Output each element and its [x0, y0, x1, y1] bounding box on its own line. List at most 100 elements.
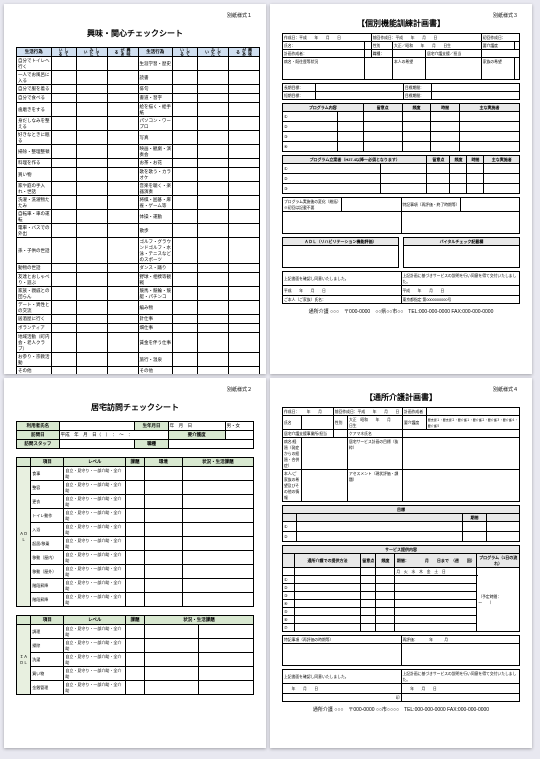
- p4-sex: 性別: [333, 416, 347, 430]
- p4-name: 氏名: [283, 416, 302, 430]
- col-st: 状況・生活課題: [182, 458, 253, 467]
- p3-care: 要介護度: [481, 42, 515, 50]
- act-cell: 散歩: [138, 224, 173, 238]
- page-4: 別紙様式４ 【通所介護計画書】 作成日： 年 月 前回作成日：平成 年 月 日 …: [270, 378, 532, 748]
- p3-era: 大正／昭和 年 月 日生: [393, 42, 482, 50]
- item-cell: 起居/移乗: [31, 537, 64, 551]
- level-cell: 自立・見守り・一部介助・全介助: [64, 495, 126, 509]
- act-cell: 友達とおしゃべり・遊ぶ: [17, 273, 52, 287]
- act-cell: お参り・宗教活動: [17, 353, 52, 367]
- section-label: ＡＤＬ: [17, 467, 31, 607]
- act-cell: 映画・観劇・演奏会: [138, 145, 173, 159]
- page3-title: 【個別機能訓練計画書】: [282, 18, 520, 29]
- level-cell: 自立・見守り・一部介助・全介助: [64, 523, 126, 537]
- p4-footer: 通所介護 ○○○ 〒000-0000 ○○市○○○○ TEL:000-000-0…: [282, 706, 520, 713]
- act-cell: 掃除・整理整頓: [17, 145, 52, 159]
- act-cell: ボランティア: [17, 324, 52, 333]
- p2-era: 年 月 日: [168, 422, 225, 431]
- act-cell: 旅行・温泉: [138, 353, 173, 367]
- page4-title: 【通所介護計画書】: [282, 392, 520, 403]
- act-cell: 俳句: [138, 85, 173, 94]
- p3-name: 氏名：: [283, 42, 365, 50]
- p3-sign-by: ご本人（ご家族）氏名：: [283, 296, 402, 304]
- col-env: 環境: [144, 458, 182, 467]
- act-cell: 写真: [138, 131, 173, 145]
- p3-prev: 前回作成日：平成 年 月 日: [371, 34, 481, 42]
- col-ka: 課題: [126, 458, 145, 467]
- act-cell: デート・異性との交流: [17, 301, 52, 315]
- level-cell: 自立・見守り・一部介助・全介助: [64, 593, 126, 607]
- act-cell: 絵を描く・絵手紙: [138, 103, 173, 117]
- p4-service: サービス提供内容 通所介護での提供方法 留意点 頻度 期間： 月 日まで （週 …: [282, 545, 520, 632]
- form-id-3: 別紙様式３: [493, 12, 518, 19]
- act-cell: 体操・運動: [138, 210, 173, 224]
- p4-header: 作成日： 年 月 前回作成日：平成 年 月 日 計画作成者 氏名 性別 大正 昭…: [282, 407, 520, 502]
- p3-g2: 頻度: [402, 104, 431, 112]
- p2-role: 職種: [135, 440, 168, 449]
- col-level: レベル: [64, 458, 126, 467]
- p4-goal-lbl: 目標: [283, 506, 520, 514]
- p3-prog2: プログラム立案者（H27.4以降～必須となります） 留意点 頻度 時間 主な実施…: [282, 155, 520, 194]
- item-cell: 移動（屋外）: [31, 565, 64, 579]
- p4-hist: 病名/経過（発症からの経過・合併症）: [283, 438, 302, 470]
- p2-vera: 平成 年 月 日（ ） ： ～ ：: [59, 431, 168, 440]
- p3-per2: 目標期間：: [403, 92, 431, 100]
- item-cell: 買い物: [31, 667, 64, 681]
- p2-service: 要介護度: [168, 431, 225, 440]
- p4-rev-b: 再評価： 年 月: [401, 636, 520, 644]
- act-cell: 動物の世話: [17, 264, 52, 273]
- p4-date: 作成日： 年 月: [283, 408, 334, 416]
- interest-table: 生活行為 している してみたい 興味がある 生活行為 している してみたい 興味…: [16, 47, 260, 374]
- act-cell: 競馬・競輪・競艇・パチンコ: [138, 287, 173, 301]
- p4-goal: 目標 期間 ① ②: [282, 505, 520, 542]
- act-cell: 自分でトイレへ行く: [17, 57, 52, 71]
- item-cell: 金銭管理: [31, 681, 64, 695]
- item-cell: 調理: [31, 625, 64, 639]
- level-cell: 自立・見守り・一部介助・全介助: [64, 509, 126, 523]
- p3-per1: 目標期間：: [403, 84, 431, 92]
- p4-cons-b: 上記計画に基づきサービスの説明を行い同意を得て交付いたしました。: [401, 670, 520, 684]
- form-id-2: 別紙様式２: [227, 386, 252, 393]
- iadl-table: 項目 レベル 課題 状況・生活課題 ＩＡＤＬ調理自立・見守り・一部介助・全介助掃…: [16, 615, 254, 695]
- act-cell: パソコン・ワープロ: [138, 117, 173, 131]
- p4-per: 期間： 月 日まで （週 回）: [395, 554, 477, 568]
- level-cell: 自立・見守り・一部介助・全介助: [64, 625, 126, 639]
- p3-date: 作成日：平成 年 月 日: [283, 34, 372, 42]
- p3-fam: 家族の希望: [481, 58, 515, 80]
- act-cell: 地域活動（町内会・老人クラブ）: [17, 333, 52, 353]
- col-interest-l: 興味がある: [107, 48, 138, 57]
- act-cell: 書道・習字: [138, 94, 173, 103]
- item-cell: 洗濯: [31, 653, 64, 667]
- level-cell: 自立・見守り・一部介助・全介助: [64, 537, 126, 551]
- item-cell: 階段昇降: [31, 593, 64, 607]
- item-cell: 移動（屋内）: [31, 551, 64, 565]
- act-cell: 音楽を聴く・楽器演奏: [138, 182, 173, 196]
- col-activity-l: 生活行為: [17, 48, 52, 57]
- col-doing-l: している: [51, 48, 76, 57]
- p3-first: 初回作成日：: [481, 34, 519, 42]
- act-cell: 電車・バスでの外出: [17, 224, 52, 238]
- level-cell: 自立・見守り・一部介助・全介助: [64, 551, 126, 565]
- p3-goals: 長期目標：目標期間： 短期目標：目標期間：: [282, 83, 520, 100]
- act-cell: 賃金を伴う仕事: [138, 333, 173, 353]
- page1-title: 興味・関心チェックシート: [16, 28, 254, 39]
- level-cell: 自立・見守り・一部介助・全介助: [64, 565, 126, 579]
- act-cell: 身だしなみを整える: [17, 117, 52, 131]
- form-id-4: 別紙様式４: [493, 386, 518, 393]
- p3-consent: 上記書面を確認し同意いたしました。 上記計画に基づきサービスの説明を行い同意を得…: [282, 271, 520, 304]
- section-label: ＩＡＤＬ: [17, 625, 31, 695]
- p3-eval: 特記事項（再評価・終了時期等）: [401, 198, 460, 212]
- p3-sec2: プログラム立案者（H27.4以降～必須となります）: [283, 156, 427, 164]
- p4-care: 要介護度: [403, 416, 427, 430]
- level-cell: 自立・見守り・一部介助・全介助: [64, 467, 126, 481]
- act-cell: 自転車・車の運転: [17, 210, 52, 224]
- p4-first: 前回作成日：平成 年 月 日: [333, 408, 402, 416]
- p3-hist: 病名・既往歴等状況: [283, 58, 365, 80]
- page-3: 別紙様式３ 【個別機能訓練計画書】 作成日：平成 年 月 日 前回作成日：平成 …: [270, 4, 532, 374]
- level-cell: 自立・見守り・一部介助・全介助: [64, 667, 126, 681]
- act-cell: その他（ ）: [138, 367, 173, 375]
- p4-srv: サービス提供内容: [283, 546, 520, 554]
- p4-cm: ケアマネ氏名: [348, 430, 403, 438]
- act-cell: ダンス・踊り: [138, 264, 173, 273]
- p4-rev-a: 特記事項（再評価の時期等）: [283, 636, 402, 644]
